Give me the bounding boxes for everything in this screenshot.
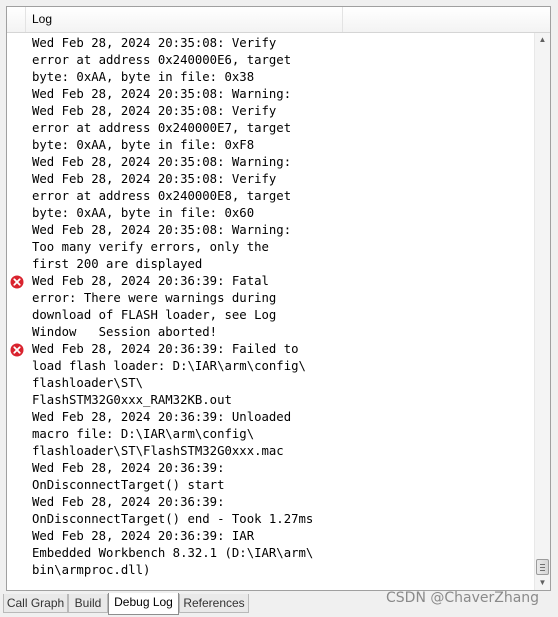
log-line[interactable]: flashloader\ST\FlashSTM32G0xxx.mac [32, 443, 284, 460]
tab-debug-log[interactable]: Debug Log [108, 593, 179, 615]
log-line[interactable]: Wed Feb 28, 2024 20:36:39: [32, 494, 225, 511]
thumb-grip [540, 564, 545, 565]
log-line[interactable]: Wed Feb 28, 2024 20:35:08: Verify [32, 171, 276, 188]
thumb-grip [540, 570, 545, 571]
log-line[interactable]: OnDisconnectTarget() start [32, 477, 225, 494]
empty-column-header [343, 7, 538, 32]
log-line[interactable]: flashloader\ST\ [32, 375, 143, 392]
log-line[interactable]: Wed Feb 28, 2024 20:36:39: Unloaded [32, 409, 291, 426]
log-line[interactable]: Wed Feb 28, 2024 20:35:08: Warning: [32, 222, 291, 239]
log-line[interactable]: Embedded Workbench 8.32.1 (D:\IAR\arm\ [32, 545, 313, 562]
tab-build[interactable]: Build [68, 594, 108, 613]
log-line[interactable]: Wed Feb 28, 2024 20:35:08: Warning: [32, 86, 291, 103]
vertical-scrollbar[interactable]: ▲ ▼ [534, 33, 550, 590]
log-line[interactable]: first 200 are displayed [32, 256, 202, 273]
log-line[interactable]: load flash loader: D:\IAR\arm\config\ [32, 358, 306, 375]
scroll-down-arrow-icon[interactable]: ▼ [537, 578, 548, 588]
tab-call-graph[interactable]: Call Graph [3, 594, 68, 613]
scroll-up-arrow-icon[interactable]: ▲ [537, 35, 548, 45]
log-line[interactable]: error at address 0x240000E6, target [32, 52, 291, 69]
log-list[interactable]: Wed Feb 28, 2024 20:35:08: Verify error a… [7, 34, 535, 590]
log-line[interactable]: Wed Feb 28, 2024 20:36:39: Failed to [32, 341, 299, 358]
log-line[interactable]: byte: 0xAA, byte in file: 0xF8 [32, 137, 254, 154]
log-line[interactable]: download of FLASH loader, see Log [32, 307, 276, 324]
watermark-text: CSDN @ChaverZhang [386, 590, 540, 606]
error-circle-icon [10, 275, 24, 289]
log-line[interactable]: OnDisconnectTarget() end - Took 1.27ms [32, 511, 313, 528]
log-line[interactable]: byte: 0xAA, byte in file: 0x38 [32, 69, 254, 86]
log-line[interactable]: Wed Feb 28, 2024 20:36:39: IAR [32, 528, 254, 545]
log-line[interactable]: Wed Feb 28, 2024 20:36:39: [32, 460, 225, 477]
log-line[interactable]: error at address 0x240000E8, target [32, 188, 291, 205]
log-line[interactable]: Too many verify errors, only the [32, 239, 269, 256]
debug-log-window: Log Wed Feb 28, 2024 20:35:08: Verify err… [0, 0, 558, 617]
log-line[interactable]: error: There were warnings during [32, 290, 276, 307]
log-column-header[interactable]: Log [25, 7, 343, 32]
icon-column-header[interactable] [7, 7, 26, 32]
tab-references[interactable]: References [179, 594, 249, 613]
log-line[interactable]: bin\armproc.dll) [32, 562, 150, 579]
scrollbar-thumb[interactable] [536, 559, 549, 575]
log-line[interactable]: error at address 0x240000E7, target [32, 120, 291, 137]
log-line[interactable]: byte: 0xAA, byte in file: 0x60 [32, 205, 254, 222]
log-line[interactable]: macro file: D:\IAR\arm\config\ [32, 426, 254, 443]
log-line[interactable]: Wed Feb 28, 2024 20:36:39: Fatal [32, 273, 269, 290]
log-pane: Log Wed Feb 28, 2024 20:35:08: Verify err… [6, 6, 551, 591]
log-header: Log [7, 7, 550, 33]
log-line[interactable]: Window Session aborted! [32, 324, 217, 341]
log-line[interactable]: Wed Feb 28, 2024 20:35:08: Verify [32, 103, 276, 120]
error-circle-icon [10, 343, 24, 357]
log-line[interactable]: Wed Feb 28, 2024 20:35:08: Warning: [32, 154, 291, 171]
log-line[interactable]: FlashSTM32G0xxx_RAM32KB.out [32, 392, 232, 409]
log-line[interactable]: Wed Feb 28, 2024 20:35:08: Verify [32, 35, 276, 52]
thumb-grip [540, 567, 545, 568]
